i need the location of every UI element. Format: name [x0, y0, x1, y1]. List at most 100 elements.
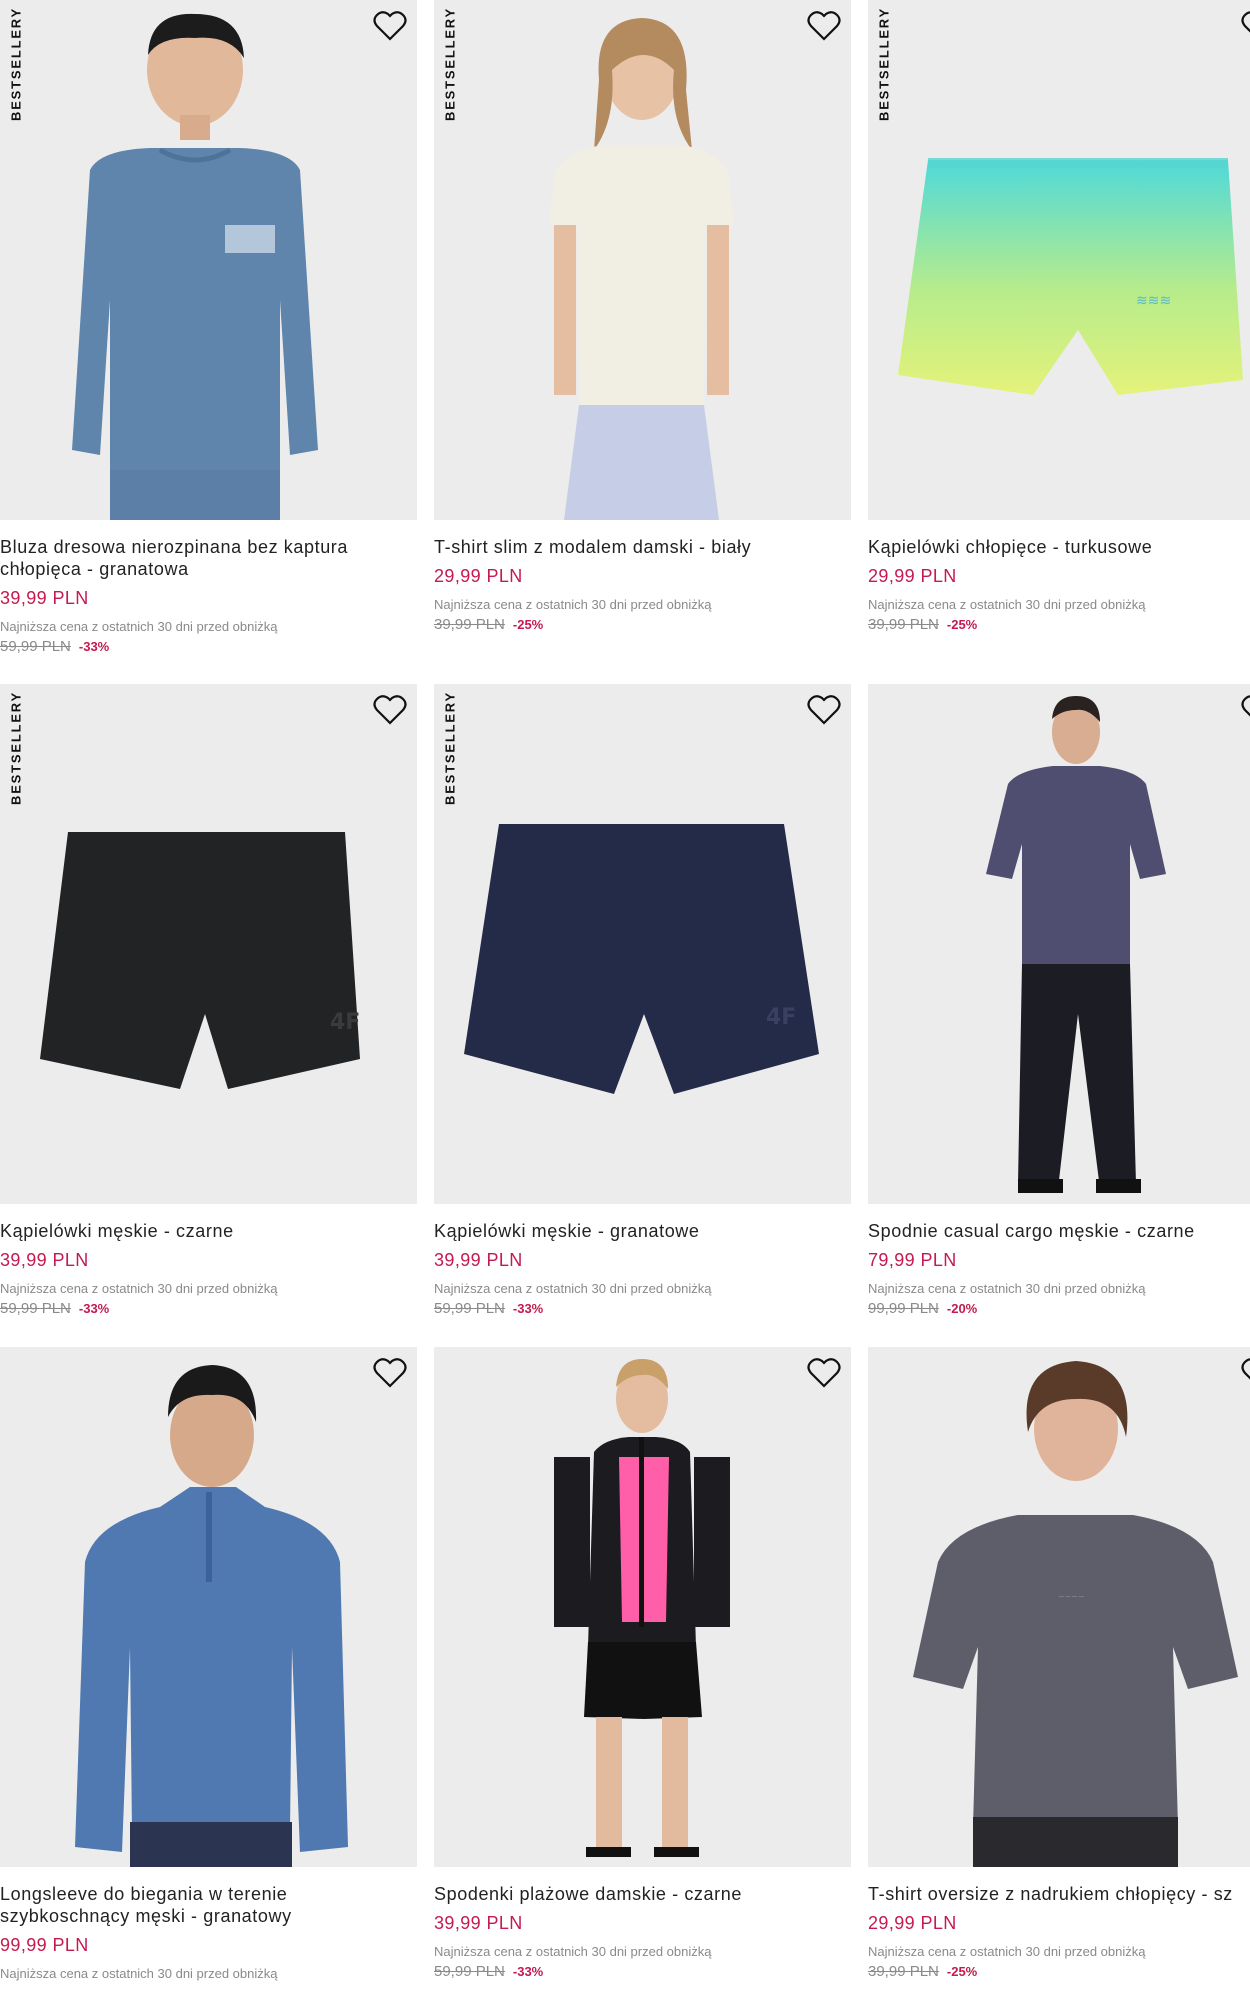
product-photo-tshirt: [434, 0, 851, 520]
old-price: 59,99 PLN: [434, 1300, 505, 1317]
product-image[interactable]: 4F BESTSELLERY: [0, 684, 417, 1204]
wishlist-button[interactable]: [373, 694, 407, 726]
lowest-price-note: Najniższa cena z ostatnich 30 dni przed …: [434, 1944, 712, 1959]
product-image[interactable]: [434, 1347, 851, 1867]
product-name[interactable]: Kąpielówki męskie - czarne: [0, 1220, 417, 1242]
wishlist-button[interactable]: [1241, 694, 1250, 726]
product-name[interactable]: Longsleeve do biegania w terenie szybkos…: [0, 1883, 417, 1927]
product-photo-cargo-pants: [868, 684, 1250, 1204]
heart-icon: [373, 1358, 407, 1388]
heart-icon: [807, 695, 841, 725]
bestseller-badge: BESTSELLERY: [8, 691, 24, 805]
product-photo-rash-guard: [434, 1347, 851, 1867]
product-name[interactable]: Kąpielówki chłopięce - turkusowe: [868, 536, 1250, 558]
wishlist-button[interactable]: [1241, 10, 1250, 42]
old-price: 59,99 PLN: [434, 1963, 505, 1980]
product-price: 29,99 PLN: [868, 1913, 957, 1933]
product-card[interactable]: Spodnie casual cargo męskie - czarne 79,…: [868, 684, 1250, 1317]
old-price: 59,99 PLN: [0, 1300, 71, 1317]
product-price: 39,99 PLN: [434, 1250, 523, 1270]
wishlist-button[interactable]: [1241, 1357, 1250, 1389]
discount-badge: -20%: [946, 1301, 978, 1316]
product-image[interactable]: 4F BESTSELLERY: [434, 684, 851, 1204]
wishlist-button[interactable]: [807, 10, 841, 42]
product-name[interactable]: T-shirt slim z modalem damski - biały: [434, 536, 851, 558]
product-card[interactable]: 4F BESTSELLERY Kąpielówki męskie - czarn…: [0, 684, 417, 1317]
lowest-price-note: Najniższa cena z ostatnich 30 dni przed …: [868, 1944, 1146, 1959]
bestseller-badge: BESTSELLERY: [8, 7, 24, 121]
product-price: 29,99 PLN: [434, 566, 523, 586]
heart-icon: [1241, 695, 1250, 717]
product-card[interactable]: BESTSELLERY T-shirt slim z modalem damsk…: [434, 0, 851, 633]
product-image[interactable]: [0, 1347, 417, 1867]
product-photo-oversize-tshirt: ~~~~: [868, 1347, 1250, 1867]
wishlist-button[interactable]: [807, 1357, 841, 1389]
heart-icon: [373, 695, 407, 725]
old-price-row: 59,99 PLN -33%: [434, 1963, 851, 1980]
product-price: 39,99 PLN: [0, 1250, 89, 1270]
lowest-price-note: Najniższa cena z ostatnich 30 dni przed …: [0, 619, 278, 634]
lowest-price-note: Najniższa cena z ostatnich 30 dni przed …: [868, 597, 1146, 612]
heart-icon: [1241, 11, 1250, 33]
old-price: 99,99 PLN: [868, 1300, 939, 1317]
old-price-row: 39,99 PLN -25%: [434, 616, 851, 633]
product-price: 39,99 PLN: [434, 1913, 523, 1933]
lowest-price-note: Najniższa cena z ostatnich 30 dni przed …: [0, 1966, 278, 1981]
heart-icon: [807, 1358, 841, 1388]
discount-badge: -33%: [78, 639, 110, 654]
old-price-row: 39,99 PLN -25%: [868, 616, 1250, 633]
product-image[interactable]: ≋≋≋ BESTSELLERY: [868, 0, 1250, 520]
print-text: ~~~~: [1058, 1592, 1085, 1601]
product-photo-swim-trunks-turquoise: ≋≋≋: [868, 0, 1250, 520]
product-grid: BESTSELLERY Bluza dresowa nierozpinana b…: [0, 0, 1250, 1992]
product-price: 79,99 PLN: [868, 1250, 957, 1270]
product-image[interactable]: ~~~~: [868, 1347, 1250, 1867]
lowest-price-note: Najniższa cena z ostatnich 30 dni przed …: [868, 1281, 1146, 1296]
old-price: 59,99 PLN: [0, 638, 71, 655]
product-name[interactable]: T-shirt oversize z nadrukiem chłopięcy -…: [868, 1883, 1250, 1905]
lowest-price-note: Najniższa cena z ostatnich 30 dni przed …: [434, 597, 712, 612]
product-name[interactable]: Kąpielówki męskie - granatowe: [434, 1220, 851, 1242]
heart-icon: [373, 11, 407, 41]
product-price: 99,99 PLN: [0, 1935, 89, 1955]
product-photo-swim-trunks-navy: 4F: [434, 684, 851, 1204]
bestseller-badge: BESTSELLERY: [442, 691, 458, 805]
old-price-row: 59,99 PLN -33%: [0, 1300, 417, 1317]
heart-icon: [1241, 1358, 1250, 1380]
old-price-row: 59,99 PLN -33%: [0, 638, 417, 655]
product-card[interactable]: Longsleeve do biegania w terenie szybkos…: [0, 1347, 417, 1981]
product-card[interactable]: BESTSELLERY Bluza dresowa nierozpinana b…: [0, 0, 417, 655]
brand-mark: 4F: [766, 1005, 796, 1030]
product-card[interactable]: ≋≋≋ BESTSELLERY Kąpielówki chłopięce - t…: [868, 0, 1250, 633]
product-name[interactable]: Spodenki plażowe damskie - czarne: [434, 1883, 851, 1905]
brand-mark: 4F: [330, 1010, 360, 1035]
bestseller-badge: BESTSELLERY: [442, 7, 458, 121]
product-photo-longsleeve: [0, 1347, 417, 1867]
product-card[interactable]: ~~~~ T-shirt oversize z nadrukiem chłopi…: [868, 1347, 1250, 1980]
discount-badge: -25%: [946, 1964, 978, 1979]
product-image[interactable]: BESTSELLERY: [0, 0, 417, 520]
old-price: 39,99 PLN: [868, 1963, 939, 1980]
old-price-row: 59,99 PLN -33%: [434, 1300, 851, 1317]
discount-badge: -33%: [78, 1301, 110, 1316]
wishlist-button[interactable]: [373, 1357, 407, 1389]
product-card[interactable]: 4F BESTSELLERY Kąpielówki męskie - grana…: [434, 684, 851, 1317]
discount-badge: -25%: [512, 617, 544, 632]
product-price: 39,99 PLN: [0, 588, 89, 608]
old-price: 39,99 PLN: [868, 616, 939, 633]
product-name[interactable]: Bluza dresowa nierozpinana bez kaptura c…: [0, 536, 417, 580]
wishlist-button[interactable]: [807, 694, 841, 726]
product-card[interactable]: Spodenki plażowe damskie - czarne 39,99 …: [434, 1347, 851, 1980]
product-photo-swim-trunks-black: 4F: [0, 684, 417, 1204]
discount-badge: -33%: [512, 1964, 544, 1979]
product-name[interactable]: Spodnie casual cargo męskie - czarne: [868, 1220, 1250, 1242]
old-price-row: 39,99 PLN -25%: [868, 1963, 1250, 1980]
product-price: 29,99 PLN: [868, 566, 957, 586]
old-price-row: 99,99 PLN -20%: [868, 1300, 1250, 1317]
product-image[interactable]: BESTSELLERY: [434, 0, 851, 520]
product-photo-sweatshirt: [0, 0, 417, 520]
wishlist-button[interactable]: [373, 10, 407, 42]
product-image[interactable]: [868, 684, 1250, 1204]
discount-badge: -33%: [512, 1301, 544, 1316]
lowest-price-note: Najniższa cena z ostatnich 30 dni przed …: [0, 1281, 278, 1296]
